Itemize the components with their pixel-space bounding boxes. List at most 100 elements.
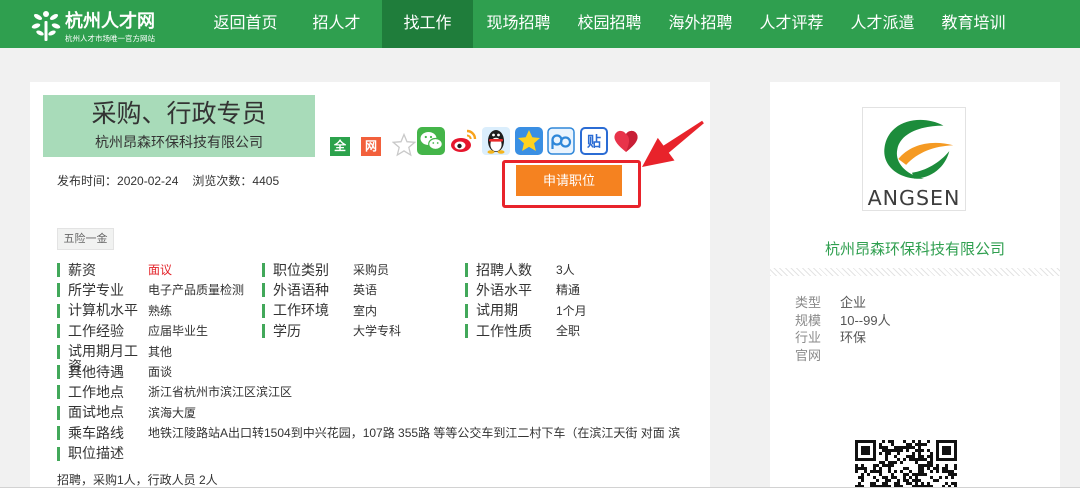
qr-module — [924, 443, 927, 446]
qr-module — [912, 452, 915, 455]
qr-module — [936, 446, 939, 449]
qr-module — [942, 449, 945, 452]
qr-module — [915, 476, 918, 479]
company-name-link[interactable]: 杭州昂森环保科技有限公司 — [770, 240, 1060, 260]
nav-item-dispatch[interactable]: 人才派遣 — [837, 0, 928, 48]
nav-item-overseas[interactable]: 海外招聘 — [655, 0, 746, 48]
detail-label: 工作地点 — [68, 383, 124, 400]
detail-value: 面谈 — [148, 365, 173, 379]
qr-module — [939, 476, 942, 479]
qr-module — [867, 449, 870, 452]
qr-module — [897, 446, 900, 449]
publish-date: 2020-02-24 — [117, 174, 179, 188]
nav-item-home[interactable]: 返回首页 — [200, 0, 291, 48]
qr-module — [930, 464, 933, 467]
badge-fulltime: 全 — [330, 137, 350, 156]
qr-module — [873, 464, 876, 467]
qr-module — [912, 473, 915, 476]
qr-module — [930, 461, 933, 464]
nav-item-assessment[interactable]: 人才评荐 — [746, 0, 837, 48]
qzone-icon[interactable] — [515, 127, 543, 155]
detail-label: 面试地点 — [68, 404, 124, 421]
qr-module — [936, 470, 939, 473]
pengyou-icon[interactable] — [547, 127, 575, 155]
qr-module — [909, 443, 912, 446]
qr-module — [885, 455, 888, 458]
label-marker — [57, 324, 60, 339]
qr-module — [858, 458, 861, 461]
qr-module — [855, 449, 858, 452]
wechat-icon[interactable] — [417, 127, 445, 155]
qr-module — [915, 473, 918, 476]
qr-module — [954, 458, 957, 461]
qr-module — [921, 473, 924, 476]
weibo-icon[interactable] — [449, 127, 477, 155]
favorite-star-icon[interactable] — [392, 133, 416, 157]
qr-module — [915, 479, 918, 482]
qr-module — [954, 464, 957, 467]
qr-module — [906, 455, 909, 458]
qr-module — [873, 470, 876, 473]
job-company-name: 杭州昂森环保科技有限公司 — [95, 134, 263, 150]
nav-item-campus[interactable]: 校园招聘 — [564, 0, 655, 48]
qr-module — [942, 446, 945, 449]
nav-item-find-job[interactable]: 找工作 — [382, 0, 473, 48]
nav-item-recruit[interactable]: 招人才 — [291, 0, 382, 48]
detail-value: 面议 — [148, 263, 173, 277]
qr-module — [873, 443, 876, 446]
angsen-logo-icon: ANGSEN — [868, 119, 961, 210]
company-logo[interactable]: ANGSEN — [862, 107, 966, 211]
heart-icon[interactable] — [612, 127, 640, 155]
site-logo[interactable]: 杭州人才网 杭州人才市场唯一官方网站 — [31, 7, 181, 43]
top-navigation-bar: 杭州人才网 杭州人才市场唯一官方网站 返回首页 招人才 找工作 现场招聘 校园招… — [0, 0, 1080, 48]
qr-module — [861, 446, 864, 449]
qr-module — [948, 449, 951, 452]
qr-module — [945, 476, 948, 479]
label-marker — [262, 303, 265, 318]
qr-module — [879, 467, 882, 470]
logo-title: 杭州人才网 — [65, 11, 155, 31]
qr-module — [954, 473, 957, 476]
detail-value: 3人 — [556, 263, 575, 277]
qr-module — [936, 464, 939, 467]
qr-module — [915, 461, 918, 464]
logo-subtitle: 杭州人才市场唯一官方网站 — [65, 34, 155, 43]
logo-wordmark: ANGSEN — [868, 186, 961, 210]
qr-module — [954, 452, 957, 455]
qr-module — [879, 443, 882, 446]
qq-icon[interactable] — [482, 127, 510, 155]
qr-module — [885, 479, 888, 482]
qr-module — [936, 455, 939, 458]
qr-module — [933, 479, 936, 482]
qr-module — [882, 461, 885, 464]
main-nav: 返回首页 招人才 找工作 现场招聘 校园招聘 海外招聘 人才评荐 人才派遣 教育… — [200, 0, 1019, 48]
detail-value: 滨海大厦 — [148, 405, 197, 420]
qr-module — [948, 473, 951, 476]
qr-module — [945, 470, 948, 473]
qr-module — [903, 467, 906, 470]
qr-module — [918, 443, 921, 446]
qr-module — [891, 476, 894, 479]
qr-module — [912, 440, 915, 443]
qr-module — [945, 482, 948, 485]
qr-module — [909, 446, 912, 449]
qr-module — [900, 461, 903, 464]
qr-module — [861, 476, 864, 479]
qr-module — [858, 467, 861, 470]
nav-item-training[interactable]: 教育培训 — [928, 0, 1019, 48]
qr-module — [861, 449, 864, 452]
views-count: 4405 — [252, 174, 280, 188]
qr-module — [903, 473, 906, 476]
qr-module — [948, 446, 951, 449]
nav-item-onsite-fair[interactable]: 现场招聘 — [473, 0, 564, 48]
tieba-icon[interactable]: 贴 — [580, 127, 608, 155]
qr-module — [951, 476, 954, 479]
qr-module — [864, 467, 867, 470]
qr-module — [900, 470, 903, 473]
qr-module — [885, 482, 888, 485]
qr-module — [921, 455, 924, 458]
apply-job-button[interactable]: 申请职位 — [516, 165, 622, 196]
qr-module — [873, 476, 876, 479]
detail-label: 工作环境 — [273, 302, 329, 319]
qr-module — [855, 458, 858, 461]
